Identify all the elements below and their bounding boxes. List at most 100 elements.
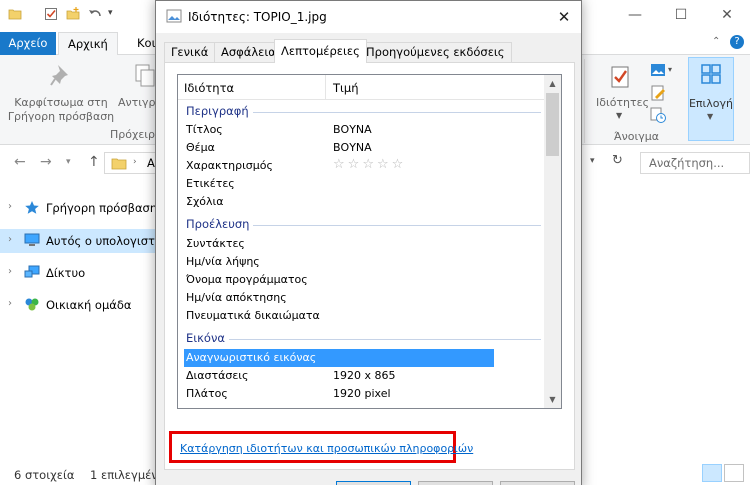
dialog-close-button[interactable]: ✕ [547,1,581,33]
dialog-title: Ιδιότητες: TOPIO_1.jpg [188,10,327,24]
copy-button-label[interactable]: Αντιγρ [118,96,156,110]
star-icon[interactable]: ☆ [348,158,360,172]
expand-chevron-icon[interactable]: › [8,234,12,245]
column-header-value[interactable]: Τιμή [333,81,359,95]
edit-icon[interactable] [650,85,666,101]
scroll-thumb[interactable] [546,93,559,156]
group-header-image: Εικόνα [186,329,541,347]
star-icon[interactable]: ☆ [333,158,345,172]
column-separator[interactable] [325,75,326,100]
status-selected-count: 1 επιλεγμένο [90,468,165,482]
group-label: Εικόνα [186,331,229,345]
properties-dialog: Ιδιότητες: TOPIO_1.jpg ✕ Γενικά Ασφάλεια… [155,0,582,485]
star-icon[interactable]: ☆ [392,158,404,172]
breadcrumb-chevron-icon[interactable]: › [133,157,137,167]
column-header-property[interactable]: Ιδιότητα [184,81,234,95]
tab-general[interactable]: Γενικά [164,42,216,62]
property-row[interactable]: Ημ/νία λήψης [178,253,546,271]
nav-item-this-pc[interactable]: › Αυτός ο υπολογιστή [0,229,163,253]
up-arrow-icon[interactable]: ↑ [88,154,100,170]
minimize-button[interactable]: — [612,0,658,30]
nav-item-label: Δίκτυο [46,266,86,280]
property-row[interactable]: Συντάκτες [178,235,546,253]
select-grid-icon [701,64,721,84]
nav-item-label: Αυτός ο υπολογιστή [46,234,163,248]
tab-home[interactable]: Αρχική [58,32,118,56]
property-row[interactable]: Σχόλια [178,193,546,211]
refresh-icon[interactable]: ↻ [612,153,623,168]
nav-item-quick-access[interactable]: › Γρήγορη πρόσβαση [0,196,160,220]
large-icons-view-button[interactable] [724,464,744,482]
view-switcher [702,464,744,482]
cancel-button[interactable] [418,481,493,485]
property-row[interactable]: Χαρακτηρισμός ☆ ☆ ☆ ☆ ☆ [178,157,546,175]
property-list[interactable]: Ιδιότητα Τιμή Περιγραφή Τίτλος ΒΟΥΝΑ Θέμ… [177,74,562,409]
scroll-up-icon[interactable]: ▲ [544,75,561,92]
star-icon[interactable]: ☆ [362,158,374,172]
property-row[interactable]: Θέμα ΒΟΥΝΑ [178,139,546,157]
address-dropdown-icon[interactable]: ▾ [590,156,595,166]
star-icon[interactable]: ☆ [377,158,389,172]
open-dropdown-icon[interactable]: ▾ [668,65,672,74]
pin-quick-access-button[interactable]: Καρφίτσωμα στη Γρήγορη πρόσβαση [6,96,116,124]
property-row[interactable]: Τίτλος ΒΟΥΝΑ [178,121,546,139]
remove-properties-link[interactable]: Κατάργηση ιδιοτήτων και προσωπικών πληρο… [180,442,473,455]
nav-item-homegroup[interactable]: › Οικιακή ομάδα [0,293,160,317]
close-button[interactable]: ✕ [704,0,750,30]
forward-arrow-icon[interactable]: → [40,154,52,170]
undo-icon[interactable] [88,7,102,21]
tab-details[interactable]: Λεπτομέρειες [274,39,367,63]
properties-button-label[interactable]: Ιδιότητες [596,96,649,110]
breadcrumb[interactable]: Α [147,156,155,170]
property-key: Σχόλια [186,195,224,208]
nav-item-network[interactable]: › Δίκτυο [0,261,160,285]
property-value[interactable]: ΒΟΥΝΑ [333,141,372,154]
select-button[interactable]: Επιλογή ▼ [688,57,734,141]
ribbon-collapse-icon[interactable]: ⌃ [712,36,720,47]
computer-icon [24,233,40,246]
new-folder-icon[interactable] [66,7,80,21]
property-value[interactable]: ΒΟΥΝΑ [333,123,372,136]
help-icon[interactable]: ? [730,35,744,49]
history-icon[interactable] [650,107,666,123]
property-row[interactable]: Πλάτος 1920 pixel [178,385,546,403]
window-controls: — ☐ ✕ [612,0,750,30]
open-icon[interactable] [650,63,666,77]
property-row[interactable]: Πνευματικά δικαιώματα [178,307,546,325]
star-icon [25,201,39,214]
property-row[interactable]: Όνομα προγράμματος [178,271,546,289]
properties-icon[interactable] [610,65,632,91]
property-key: Ημ/νία απόκτησης [186,291,287,304]
property-value: 1920 pixel [333,387,391,400]
property-list-header: Ιδιότητα Τιμή [178,75,546,100]
copy-icon[interactable] [134,63,156,89]
property-key: Πλάτος [186,387,228,400]
search-input[interactable]: Αναζήτηση... [640,152,750,174]
properties-dropdown-icon[interactable]: ▼ [616,111,622,120]
property-row-selected[interactable]: Αναγνωριστικό εικόνας [184,349,494,367]
vertical-scrollbar[interactable]: ▲ ▼ [544,75,561,408]
property-row[interactable]: Διαστάσεις 1920 x 865 [178,367,546,385]
expand-chevron-icon[interactable]: › [8,201,12,212]
tab-previous-versions[interactable]: Προηγούμενες εκδόσεις [359,42,512,62]
properties-check-icon[interactable] [44,7,58,21]
maximize-button[interactable]: ☐ [658,0,704,30]
ok-button[interactable] [336,481,411,485]
network-icon [24,265,40,278]
property-row[interactable]: Ετικέτες [178,175,546,193]
customize-quick-access-icon[interactable]: ▾ [108,8,113,18]
back-arrow-icon[interactable]: ← [14,154,26,170]
folder-icon[interactable] [8,7,22,21]
pin-icon[interactable] [50,63,72,89]
tab-security[interactable]: Ασφάλεια [214,42,283,62]
recent-dropdown-icon[interactable]: ▾ [66,157,71,167]
details-view-button[interactable] [702,464,722,482]
property-row[interactable]: Ημ/νία απόκτησης [178,289,546,307]
pin-label-line2: Γρήγορη πρόσβαση [7,110,115,123]
rating-stars[interactable]: ☆ ☆ ☆ ☆ ☆ [333,158,403,172]
expand-chevron-icon[interactable]: › [8,298,12,309]
scroll-down-icon[interactable]: ▼ [544,391,561,408]
expand-chevron-icon[interactable]: › [8,266,12,277]
tab-file[interactable]: Αρχείο [0,32,56,55]
apply-button[interactable] [500,481,575,485]
